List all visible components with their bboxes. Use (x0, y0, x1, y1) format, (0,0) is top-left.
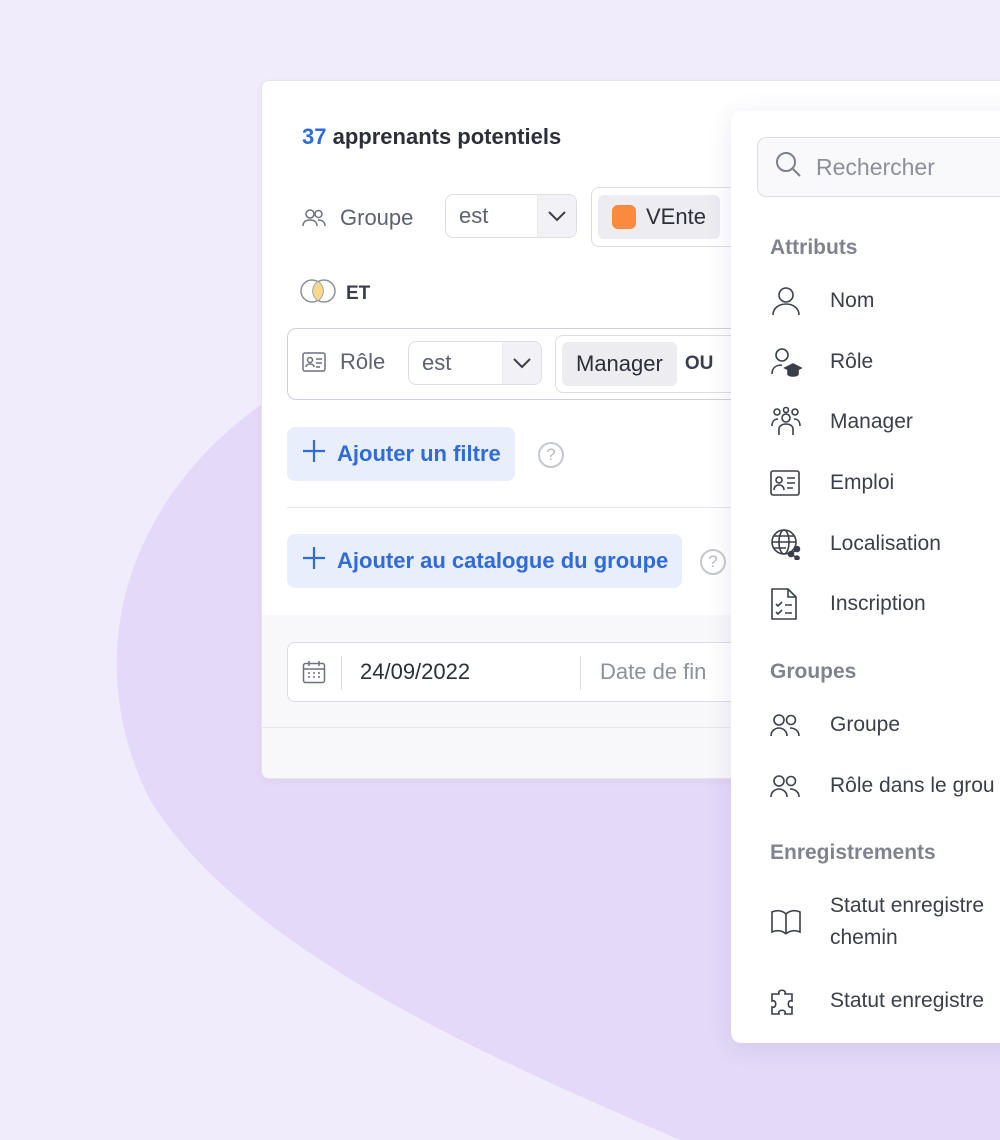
team-icon (770, 406, 830, 438)
list-item-label: Groupe (830, 713, 901, 736)
group-chip-label: VEnte (646, 204, 706, 229)
group-filter-label: Groupe (302, 205, 413, 231)
group-icon (770, 773, 830, 799)
group-filter-label-text: Groupe (340, 205, 414, 230)
search-input[interactable]: Rechercher (757, 137, 1000, 197)
doc-check-icon (770, 588, 830, 620)
start-date-value[interactable]: 24/09/2022 (360, 659, 470, 685)
group-chip[interactable]: VEnte (598, 195, 720, 239)
user-icon (770, 285, 830, 317)
add-filter-button[interactable]: Ajouter un filtre (287, 427, 515, 481)
list-item-emploi[interactable]: Emploi (770, 467, 894, 499)
end-date-placeholder[interactable]: Date de fin (600, 659, 706, 685)
list-item-role-groupe[interactable]: Rôle dans le grou (770, 770, 995, 802)
list-item-label: Manager (830, 410, 913, 433)
list-item-inscription[interactable]: Inscription (770, 588, 926, 620)
list-item-label: Rôle dans le grou (830, 774, 995, 797)
logic-connector[interactable]: ET (300, 278, 370, 310)
section-title-enregistrements: Enregistrements (770, 841, 936, 864)
role-chip[interactable]: Manager (562, 342, 677, 386)
add-filter-label: Ajouter un filtre (337, 441, 501, 466)
puzzle-icon (770, 986, 830, 1016)
list-item-statut[interactable]: Statut enregistre (770, 985, 984, 1017)
section-title-groupes: Groupes (770, 660, 857, 683)
logic-connector-label: ET (346, 283, 371, 304)
list-item-nom[interactable]: Nom (770, 285, 874, 317)
globe-share-icon (770, 528, 830, 560)
list-item-statut-chemin[interactable]: Statut enregistre chemin (770, 890, 984, 954)
calendar-icon (302, 660, 326, 689)
help-icon[interactable]: ? (538, 442, 564, 468)
learner-count-number: 37 (302, 124, 327, 149)
add-to-catalog-label: Ajouter au catalogue du groupe (337, 548, 669, 573)
attribute-picker-panel: Rechercher Attributs Nom Rôle Manager Em… (731, 111, 1000, 1043)
section-title-attributs: Attributs (770, 236, 858, 259)
chevron-down-icon (537, 195, 576, 237)
role-operator-select[interactable]: est (408, 341, 542, 385)
learner-count: 37 apprenants potentiels (302, 124, 561, 150)
group-color-dot (612, 205, 636, 229)
list-item-localisation[interactable]: Localisation (770, 528, 941, 560)
role-chip-label: Manager (576, 351, 663, 376)
list-item-label: Nom (830, 289, 875, 312)
list-item-label: Rôle (830, 350, 874, 373)
search-placeholder: Rechercher (816, 153, 935, 180)
date-separator (341, 656, 342, 690)
id-card-icon (302, 352, 326, 372)
id-card-icon (770, 470, 830, 496)
help-icon[interactable]: ? (700, 549, 726, 575)
group-icon (302, 207, 326, 229)
list-item-label: Statut enregistre chemin (830, 894, 985, 949)
plus-icon (301, 438, 327, 470)
role-filter-label: Rôle (302, 349, 385, 375)
list-item-label: Statut enregistre (830, 989, 985, 1012)
plus-icon (301, 545, 327, 577)
search-icon (774, 150, 802, 184)
help-icon-glyph: ? (546, 445, 556, 464)
learner-count-text: apprenants potentiels (332, 124, 562, 149)
role-filter-label-text: Rôle (340, 349, 386, 374)
list-item-label: Emploi (830, 471, 895, 494)
or-label: OU (684, 353, 714, 374)
graduate-icon (770, 346, 830, 378)
role-operator-value: est (422, 350, 452, 375)
group-icon (770, 712, 830, 738)
list-item-label: Localisation (830, 532, 941, 555)
chevron-down-icon (502, 342, 541, 384)
list-item-label: Inscription (830, 592, 926, 615)
list-item-groupe[interactable]: Groupe (770, 709, 900, 741)
list-item-manager[interactable]: Manager (770, 406, 913, 438)
list-item-role[interactable]: Rôle (770, 346, 873, 378)
add-to-catalog-button[interactable]: Ajouter au catalogue du groupe (287, 534, 683, 588)
group-operator-select[interactable]: est (445, 194, 577, 238)
date-separator (580, 656, 581, 690)
venn-icon (300, 278, 336, 310)
help-icon-glyph: ? (708, 552, 718, 571)
book-open-icon (770, 908, 830, 936)
group-operator-value: est (459, 203, 489, 228)
